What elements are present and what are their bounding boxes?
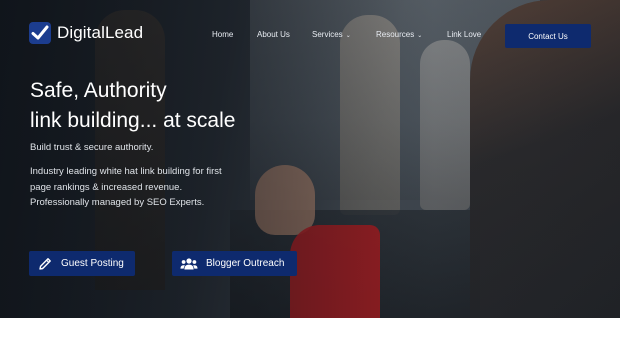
blogger-outreach-button[interactable]: Blogger Outreach	[172, 251, 297, 276]
hero-tagline: Build trust & secure authority.	[30, 142, 154, 153]
nav-item-about-us[interactable]: About Us	[257, 30, 290, 39]
logo-text: DigitalLead	[57, 23, 144, 42]
nav-item-label: Resources	[376, 30, 415, 39]
site-logo[interactable]: DigitalLead	[29, 22, 143, 44]
hero-headline: Safe, Authority link building... at scal…	[30, 76, 235, 136]
chevron-down-icon: ⌄	[345, 33, 351, 39]
nav-item-label: Link Love	[447, 30, 482, 39]
nav-item-link-love[interactable]: Link Love	[447, 30, 481, 39]
hero-headline-line: link building... at scale	[30, 109, 236, 132]
guest-posting-button[interactable]: Guest Posting	[29, 251, 135, 276]
nav-item-resources[interactable]: Resources ⌄	[376, 30, 422, 39]
users-icon	[180, 257, 198, 269]
contact-us-button[interactable]: Contact Us	[505, 24, 591, 48]
blogger-outreach-label: Blogger Outreach	[206, 258, 285, 269]
chevron-down-icon: ⌄	[417, 33, 423, 39]
nav-item-label: Services	[312, 30, 343, 39]
hero-section: DigitalLead Home About Us Services ⌄ Reso…	[0, 0, 620, 318]
hero-description: Industry leading white hat link building…	[30, 166, 222, 208]
hero-headline-line: Safe, Authority	[30, 79, 167, 102]
pencil-icon	[39, 257, 51, 270]
checkmark-logo-icon	[29, 22, 51, 44]
nav-item-label: Home	[212, 30, 234, 39]
guest-posting-label: Guest Posting	[61, 258, 124, 269]
nav-item-services[interactable]: Services ⌄	[312, 30, 351, 39]
nav-item-home[interactable]: Home	[212, 30, 233, 39]
nav-item-label: About Us	[257, 30, 290, 39]
